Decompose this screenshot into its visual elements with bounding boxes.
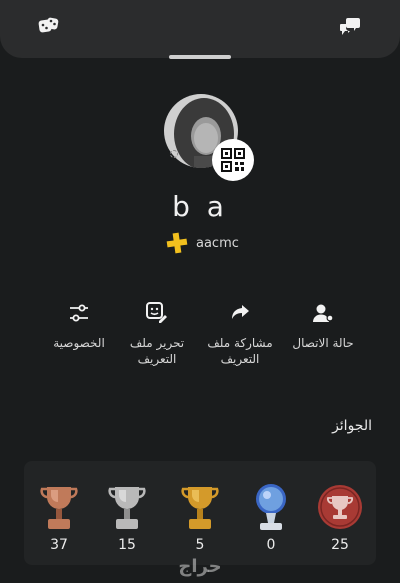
connection-status-label: حالة الاتصال <box>292 336 354 350</box>
trophy-level[interactable]: 25 <box>315 481 365 553</box>
bronze-trophy-count: 37 <box>50 537 68 553</box>
share-profile-label: مشاركة ملف التعريف <box>207 336 273 366</box>
privacy-button[interactable]: الخصوصية <box>34 300 124 351</box>
status-offline-icon <box>170 150 178 158</box>
edit-profile-icon <box>112 300 202 326</box>
username: b a <box>172 190 228 223</box>
gold-trophy-count: 5 <box>195 537 205 553</box>
share-arrow-icon <box>195 300 285 326</box>
online-id: aacmc <box>196 235 239 251</box>
sliders-icon <box>34 300 124 326</box>
trophy-level-count: 25 <box>331 537 349 553</box>
edit-profile-label: تحرير ملف التعريف <box>129 336 185 366</box>
bronze-trophy[interactable]: 37 <box>34 481 84 553</box>
gold-trophy-icon <box>175 481 225 533</box>
watermark: حراج <box>178 556 222 577</box>
playstation-plus-icon <box>166 232 188 254</box>
trophy-summary-card[interactable]: 25 0 5 15 37 <box>24 461 376 565</box>
bronze-trophy-icon <box>34 481 84 533</box>
platinum-trophy-icon <box>246 481 296 533</box>
edit-profile-button[interactable]: تحرير ملف التعريف <box>112 300 202 367</box>
qr-code-icon[interactable] <box>212 139 254 181</box>
platinum-trophy[interactable]: 0 <box>246 481 296 553</box>
trophy-level-icon <box>315 481 365 533</box>
privacy-label: الخصوصية <box>53 336 105 350</box>
gold-trophy[interactable]: 5 <box>175 481 225 553</box>
person-status-icon <box>278 300 368 326</box>
silver-trophy-icon <box>102 481 152 533</box>
chat-bubbles-icon[interactable] <box>337 14 363 40</box>
online-id-row: aacmc <box>166 232 239 254</box>
connection-status-button[interactable]: حالة الاتصال <box>278 300 368 351</box>
trophies-title: الجوائز <box>332 418 372 434</box>
top-bar <box>0 0 400 58</box>
silver-trophy[interactable]: 15 <box>102 481 152 553</box>
platinum-trophy-count: 0 <box>266 537 276 553</box>
share-profile-button[interactable]: مشاركة ملف التعريف <box>195 300 285 367</box>
silver-trophy-count: 15 <box>118 537 136 553</box>
drag-handle[interactable] <box>169 55 231 59</box>
game-controller-icon[interactable] <box>36 14 62 40</box>
